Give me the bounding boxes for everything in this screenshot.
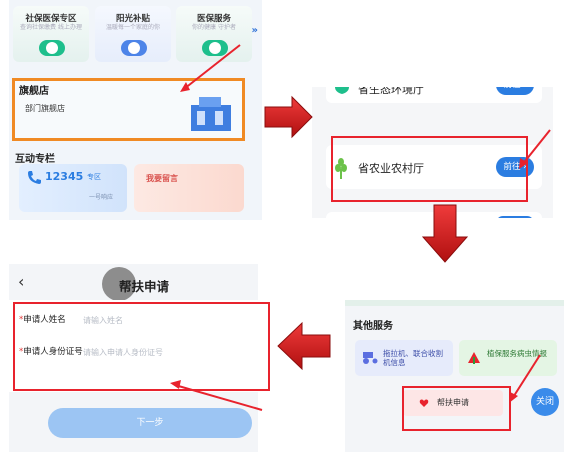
pointer-head	[509, 392, 518, 403]
pointer-head	[170, 380, 181, 389]
down-arrow-icon	[421, 204, 469, 263]
pointer-line	[511, 354, 541, 400]
left-arrow-icon	[277, 321, 331, 371]
right-arrow-icon	[264, 95, 313, 139]
pointer-line	[174, 384, 263, 411]
annotation-overlay	[170, 44, 551, 411]
pointer-line	[183, 44, 241, 90]
pointer-line	[521, 129, 551, 166]
pointer-head	[180, 82, 190, 92]
